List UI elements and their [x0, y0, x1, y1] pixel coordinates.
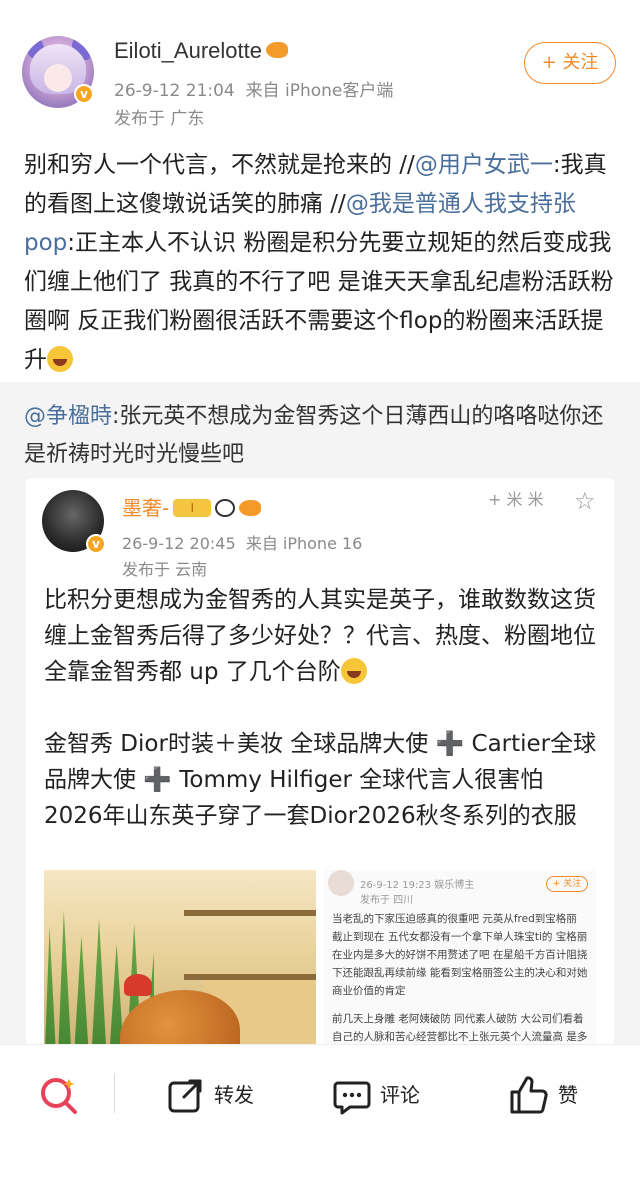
verified-badge-icon: v	[74, 84, 94, 104]
comment-icon	[333, 1081, 371, 1114]
search-icon[interactable]	[38, 1073, 80, 1115]
level-badge: I	[173, 498, 212, 517]
star-icon: ☆	[574, 487, 596, 515]
timestamp: 26-9-12 21:04	[114, 81, 235, 101]
card-body: 比积分更想成为金智秀的人其实是英子，谁敢数数这货缠上金智秀后得了多少好处？？代言…	[44, 582, 600, 870]
comment-label[interactable]: 评论	[380, 1083, 420, 1107]
post-body: 别和穷人一个代言，不然就是抢来的 //@用户女武一:我真的看图上这傻墩说话笑的肺…	[24, 146, 624, 380]
bottom-action-bar: 转发 评论 赞	[0, 1044, 640, 1186]
mention-link[interactable]: @争楹時	[24, 404, 112, 429]
mention-link[interactable]: @用户女武一	[415, 152, 553, 178]
post-text: 别和穷人一个代言，不然就是抢来的 //	[24, 152, 415, 178]
card-paragraph: 比积分更想成为金智秀的人其实是英子，谁敢数数这货缠上金智秀后得了多少好处？？代言…	[44, 587, 596, 685]
comment-button[interactable]: 评论	[332, 1071, 420, 1115]
repost-button[interactable]: 转发	[166, 1071, 254, 1115]
avatar-face	[44, 64, 72, 92]
like-label[interactable]: 赞	[558, 1083, 578, 1107]
thumbs-up-icon	[510, 1075, 548, 1113]
toolbar-separator	[114, 1073, 115, 1113]
post-meta: 26-9-12 21:04 来自 iPhone客户端	[114, 76, 393, 101]
verified-badge-icon: v	[86, 534, 106, 554]
card-location: 发布于 云南	[122, 560, 208, 579]
fish-icon	[265, 42, 288, 59]
card-source: 来自 iPhone 16	[245, 534, 363, 553]
nested-paragraph: 当老乱的下家压迫感真的很重吧 元英从fred到宝格丽 截止到现在 五代女都没有一…	[332, 913, 588, 997]
card-paragraph: 金智秀 Dior时装＋美妆 全球品牌大使 ➕ Cartier全球品牌大使 ➕ T…	[44, 731, 597, 829]
username-text[interactable]: Eiloti_Aurelotte	[114, 38, 262, 63]
quote-text: @争楹時:张元英不想成为金智秀这个日薄西山的咯咯哒你还是祈祷时光时光慢些吧	[24, 398, 624, 474]
card-username: 墨奢- I	[122, 492, 262, 521]
nested-avatar	[328, 870, 354, 896]
fence-decoration	[184, 910, 316, 980]
post-source: 来自 iPhone客户端	[245, 81, 394, 101]
nested-meta: 26-9-12 19:23 娱乐博主 发布于 四川	[360, 876, 474, 906]
like-button[interactable]: 赞	[508, 1071, 578, 1115]
card-meta: 26-9-12 20:45 来自 iPhone 16	[122, 530, 362, 554]
username[interactable]: Eiloti_Aurelotte	[114, 38, 288, 64]
retweet-area[interactable]: @争楹時:张元英不想成为金智秀这个日薄西山的咯咯哒你还是祈祷时光时光慢些吧 v …	[0, 382, 640, 1078]
card-decoration: + 米 米	[488, 490, 544, 509]
fish-icon	[239, 499, 262, 516]
post-text: :	[552, 152, 561, 178]
panda-icon	[215, 498, 236, 517]
hen-comb	[124, 974, 152, 996]
card-timestamp: 26-9-12 20:45	[122, 534, 236, 553]
laugh-emoji-icon	[340, 657, 367, 684]
nested-meta-line: 26-9-12 19:23 娱乐博主	[360, 880, 475, 891]
repost-label[interactable]: 转发	[214, 1083, 254, 1107]
laugh-emoji-icon	[47, 345, 73, 372]
post-text: :正主本人不认识 粉圈是积分先要立规矩的然后变成我们缠上他们了 我真的不行了吧 …	[24, 230, 614, 373]
repost-icon	[168, 1079, 202, 1112]
nested-meta-line: 发布于 四川	[360, 895, 414, 906]
post-header: v Eiloti_Aurelotte 26-9-12 21:04 来自 iPho…	[0, 0, 640, 140]
post-location: 发布于 广东	[114, 109, 205, 129]
nested-follow-button: + 关注	[546, 876, 588, 892]
follow-button[interactable]: + 关注	[524, 42, 616, 84]
card-username-text: 墨奢-	[122, 496, 170, 520]
embedded-screenshot-card[interactable]: v 墨奢- I 26-9-12 20:45 来自 iPhone 16 发布于 云南…	[26, 478, 614, 1078]
